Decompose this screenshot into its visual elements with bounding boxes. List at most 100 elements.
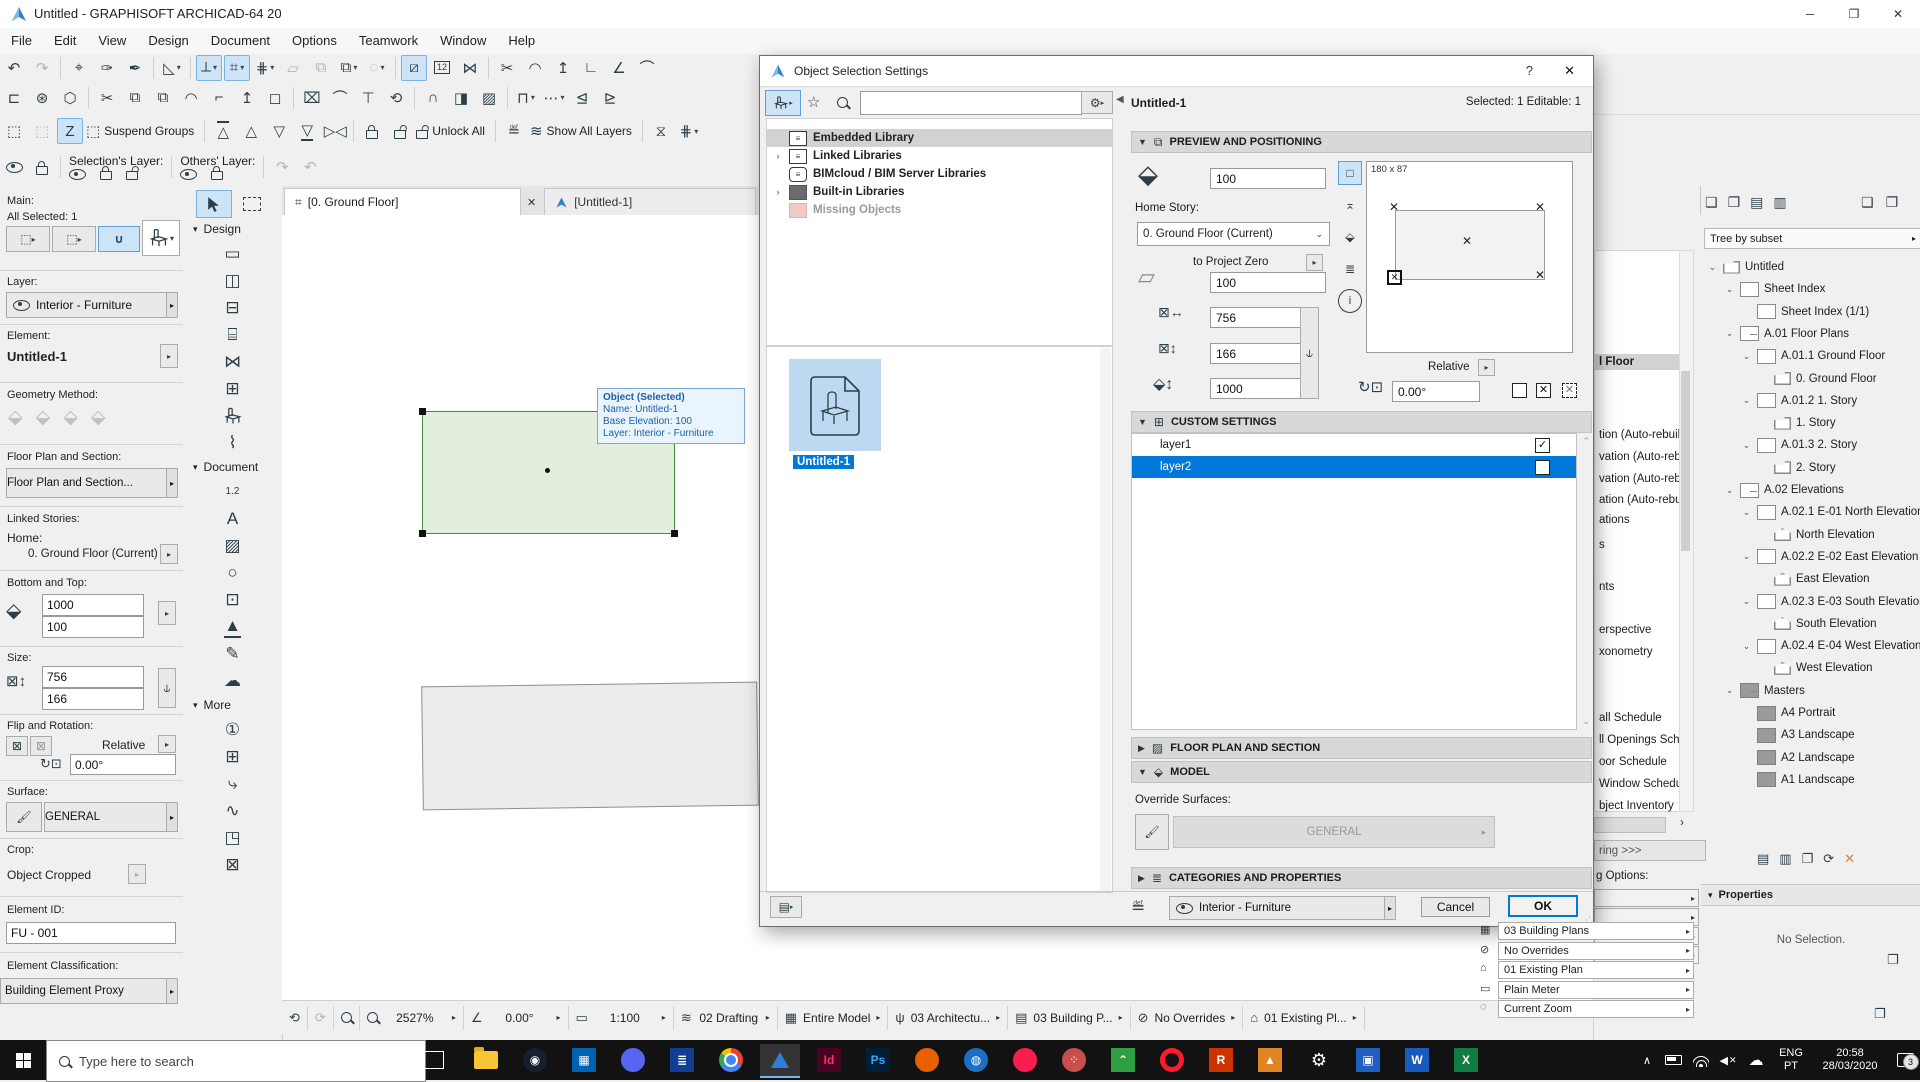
menu-options[interactable]: Options [281,28,348,54]
library-tree-item[interactable]: ›≡Linked Libraries [767,147,1112,165]
marquee-icon[interactable] [234,190,270,218]
cancel-button[interactable]: Cancel [1421,897,1490,917]
sharing-app-icon[interactable]: ⌃ [1103,1044,1143,1076]
quick-option-current-zoom[interactable]: Current Zoom▸ [1498,1000,1694,1018]
figure-tool-icon[interactable]: ⊞ [203,743,263,770]
quick-option-03-building-plans[interactable]: 03 Building Plans▸ [1498,922,1694,940]
window-tool-icon[interactable]: ⊟ [203,294,263,321]
navigator-tree-item[interactable]: 1. Story [1701,412,1920,434]
quick-option-combo-1[interactable]: ▸ [1594,889,1699,907]
library-tree-item[interactable]: ≡Embedded Library [767,129,1112,147]
discord-icon[interactable] [613,1044,653,1076]
relative-more-button[interactable]: ▸ [158,735,176,753]
ok-button[interactable]: OK [1508,895,1578,917]
background-object[interactable] [421,682,759,811]
magnet-icon[interactable]: ∪ [98,226,140,252]
status-scale[interactable]: ▭1:100▸ [569,1006,674,1030]
arrow-cursor-icon[interactable] [196,190,232,218]
navigator-tree-item[interactable]: West Elevation [1701,657,1920,679]
elevate-icon[interactable]: ↥ [550,55,576,81]
fill-tool-icon[interactable]: ▨ [203,532,263,559]
preview-3d-icon[interactable]: ⬙ [1338,225,1362,249]
update-icon[interactable]: ⟳ [1823,851,1834,867]
expand-icon[interactable]: › [1680,815,1684,829]
thumbnail-label[interactable]: Untitled-1 [793,455,854,469]
gx-icon[interactable] [1005,1044,1045,1076]
layer-combo[interactable]: Interior - Furniture▸ [6,292,178,318]
snap-grid-icon[interactable]: ⋕▾ [252,55,278,81]
section-tool-icon[interactable]: ▲ [203,613,263,640]
marquee-select-icon[interactable]: ⬚ [1,118,27,144]
inject-parameters-icon[interactable]: ✒ [122,55,148,81]
task-view-icon[interactable] [414,1044,454,1076]
close-tab-icon[interactable]: ✕ [521,196,544,215]
firefox-icon[interactable] [907,1044,947,1076]
preview-window[interactable]: 180 x 87 ✕✕ ✕ ✕ ✕ [1366,161,1573,353]
status-structure-display[interactable]: ▦Entire Model▸ [778,1006,889,1030]
thumbs-scrollbar[interactable] [1100,348,1111,891]
floor-plan-section-button[interactable]: Floor Plan and Section...▸ [6,468,178,498]
resize-icon[interactable]: ⌧ [299,85,325,111]
guide-lines-icon[interactable]: ◺▾ [159,55,185,81]
rotation-angle-input[interactable] [70,754,176,775]
navigator-tree-item[interactable]: ⌄Untitled [1701,256,1920,278]
send-to-back-icon[interactable]: ▽ [294,118,320,144]
paw-app-icon[interactable]: ⁘ [1054,1044,1094,1076]
mirror-checkbox[interactable] [1512,383,1527,398]
strip-scrollbar[interactable] [1679,250,1694,812]
center-hotspot[interactable] [545,468,550,473]
menu-file[interactable]: File [0,28,43,54]
intersect-icon[interactable]: ◠ [178,85,204,111]
navigator-tree-item[interactable]: ⌄A.02.3 E-03 South Elevation [1701,591,1920,613]
layer-visibility-swap-icon[interactable] [1,154,27,180]
curve-edge-icon[interactable]: ⌒ [327,85,353,111]
navigator-item-fragment[interactable]: vation (Auto-rebu [1599,451,1687,463]
unlock-icon[interactable] [387,118,413,144]
navigator-tree-item[interactable]: A1 Landscape [1701,769,1920,791]
base-icon[interactable]: ◻ [262,85,288,111]
custom-setting-checkbox[interactable] [1535,460,1550,475]
virtual-trace-icon[interactable]: ◌▾ [364,55,390,81]
preview-positioning-section[interactable]: ▼⧉PREVIEW AND POSITIONING [1131,131,1592,153]
duplicate-icon[interactable]: ❐ [1802,851,1814,867]
patch-tool-icon[interactable]: ☁ [203,667,263,694]
flip-x-checkbox[interactable]: ✕ [1536,383,1551,398]
drag-icon[interactable]: ⊏ [1,85,27,111]
custom-setting-row[interactable]: layer2 [1132,456,1576,478]
polygon-edit-icon[interactable]: ⬡ [57,85,83,111]
edge-icon[interactable]: ◍ [956,1044,996,1076]
preview-2d-icon[interactable]: □ [1338,161,1362,185]
minimize-button[interactable]: ─ [1788,0,1832,28]
text-tool-icon[interactable]: A [203,505,263,532]
navigator-tree-item[interactable]: ⌄Sheet Index [1701,278,1920,300]
layer-settings-icon[interactable]: ≝ [501,118,527,144]
clock[interactable]: 20:5828/03/2020 [1812,1040,1888,1080]
undo-icon[interactable]: ↶ [1,55,27,81]
mirror-ghost-icon[interactable]: ⧉ [308,55,334,81]
r-app-icon[interactable]: R [1201,1044,1241,1076]
taskbar-search[interactable]: Type here to search [46,1040,426,1082]
status-zoom-value[interactable]: 2527%▸ [360,1006,464,1030]
home-story-select[interactable]: 0. Ground Floor (Current)⌄ [1137,222,1330,246]
settings-gear-button[interactable]: ⚙▸ [1081,91,1113,114]
status-zoom-redo-icon[interactable]: ⟳ [308,1006,334,1030]
view-map-icon[interactable]: ❐ [1728,194,1741,211]
layer-lock-swap-icon[interactable] [29,154,55,180]
flip-icon[interactable]: ⊠ [6,736,28,756]
base-elevation-input[interactable] [1210,272,1326,293]
pin-palette-icon[interactable]: ❏ [1861,194,1874,211]
override-paint-icon[interactable]: 🖌 [1135,814,1169,850]
bring-front-icon[interactable]: ⊵ [597,85,623,111]
detail-tool-icon[interactable]: ✎ [203,640,263,667]
offset-icon[interactable]: ⧉ [122,85,148,111]
roof-tool-icon[interactable]: ⋈ [203,348,263,375]
dialog-angle-input[interactable] [1392,381,1480,402]
element-more-button[interactable]: ▸ [160,344,178,368]
onedrive-cloud-icon[interactable]: ☁ [1744,1040,1768,1080]
navigator-tree-item[interactable]: 0. Ground Floor [1701,368,1920,390]
dialog-titlebar[interactable]: Object Selection Settings ? ✕ [760,56,1593,87]
tab-ground-floor[interactable]: ⌗ [0. Ground Floor] [284,188,521,215]
subtract-icon[interactable]: ◨ [448,85,474,111]
model-section[interactable]: ▼⬙MODEL [1131,761,1592,783]
menu-document[interactable]: Document [200,28,281,54]
